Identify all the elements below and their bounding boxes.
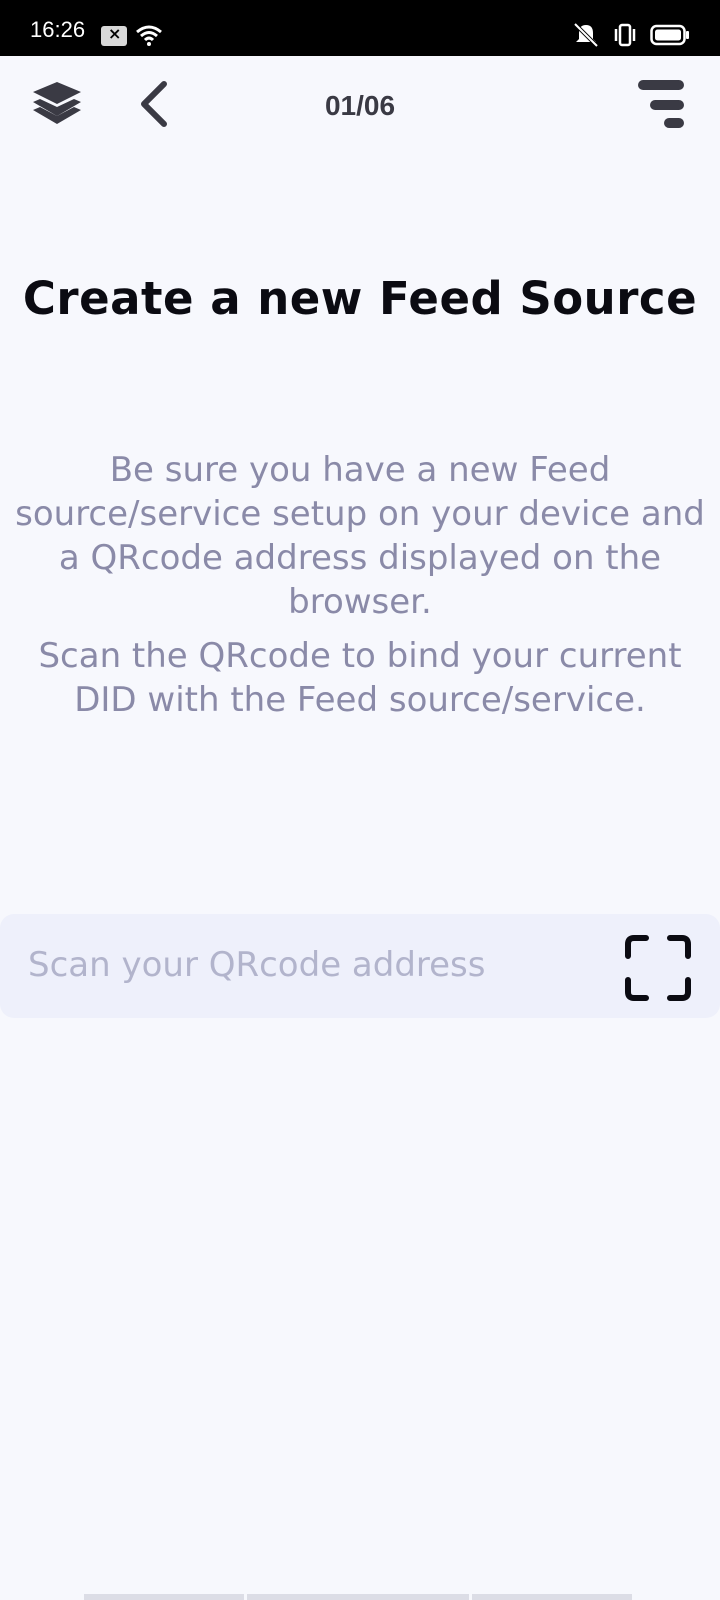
battery-icon <box>650 24 689 46</box>
bottom-indicator <box>84 1594 632 1600</box>
status-right-icons <box>572 22 690 48</box>
description-line: a QRcode address displayed on the <box>58 538 662 578</box>
qr-scan-icon[interactable] <box>624 934 692 1002</box>
app-header: 01/06 <box>0 56 720 152</box>
description-line: browser. <box>288 582 432 622</box>
wifi-icon <box>136 25 162 46</box>
indicator-segment <box>247 1594 469 1600</box>
status-bar: 16:26 <box>0 0 720 56</box>
description-paragraph-1: Be sure you have a new Feed source/servi… <box>0 448 720 624</box>
description-line: source/service setup on your device and <box>15 494 705 534</box>
status-time: 16:26 <box>30 17 86 42</box>
qr-address-placeholder: Scan your QRcode address <box>28 945 486 985</box>
filter-menu-icon[interactable] <box>634 78 688 130</box>
description-line: Scan the QRcode to bind your current <box>38 636 682 676</box>
vibrate-off-icon <box>573 22 599 48</box>
qr-address-field[interactable]: Scan your QRcode address <box>0 914 720 1018</box>
description-paragraph-2: Scan the QRcode to bind your current DID… <box>0 634 720 722</box>
page-title: Create a new Feed Source <box>22 272 698 325</box>
page-counter: 01/06 <box>324 90 396 121</box>
description-line: Be sure you have a new Feed <box>109 450 611 490</box>
indicator-segment <box>84 1594 244 1600</box>
notification-x-icon <box>101 24 127 46</box>
indicator-segment <box>472 1594 632 1600</box>
description-line: DID with the Feed source/service. <box>74 680 646 720</box>
vibrate-icon <box>614 23 636 47</box>
